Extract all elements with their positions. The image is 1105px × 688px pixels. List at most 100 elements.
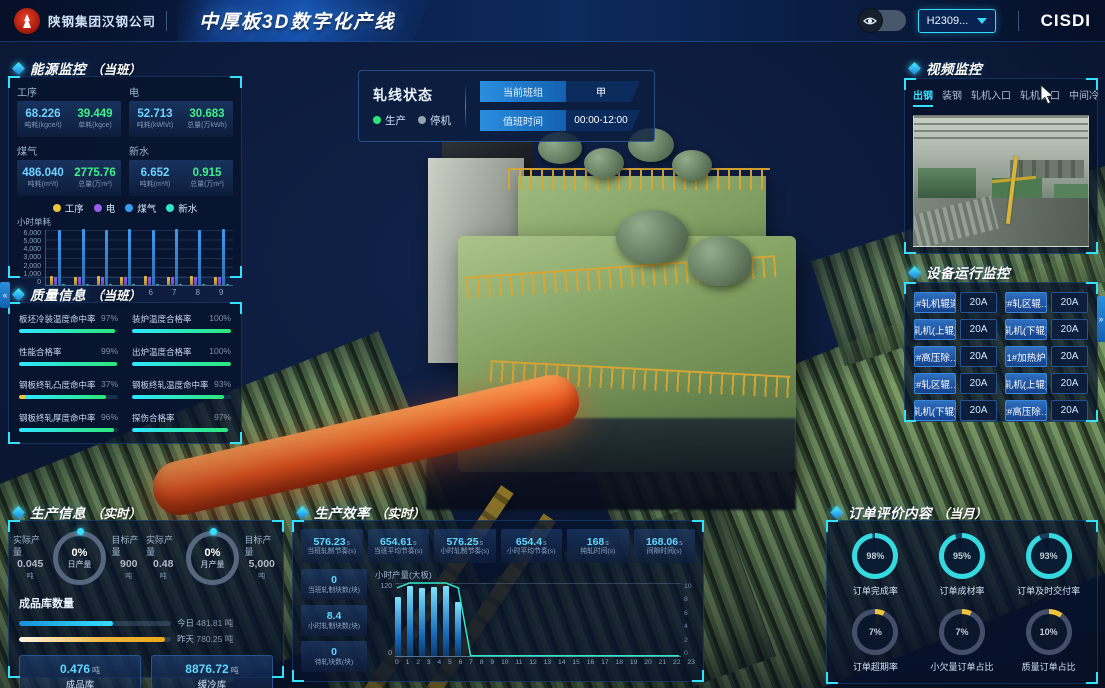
energy-metric-value: 30.683 — [189, 108, 224, 121]
tile-unit: s — [413, 540, 417, 547]
quality-pct: 37% — [101, 379, 118, 391]
x-tick: 19 — [630, 659, 638, 666]
quality-bar-fill — [19, 395, 106, 399]
inventory-card-unit: 吨 — [231, 666, 239, 675]
energy-metric-label: 单耗(kgce) — [78, 122, 111, 130]
quality-bar-fill — [19, 428, 114, 432]
efficiency-panel-title: 生产效率 — [314, 502, 370, 522]
right-panel-collapse-handle[interactable]: » — [1097, 296, 1105, 342]
tile-label: 小时轧制节奏(s) — [440, 548, 489, 556]
energy-bar-group — [120, 229, 135, 285]
quality-bar-track — [19, 329, 118, 333]
coil-number-dropdown[interactable]: H2309... — [918, 9, 996, 33]
quality-bar-fill — [132, 329, 231, 333]
energy-metric-label: 吨耗(m³/t) — [140, 181, 171, 189]
gauge-actual-label: 实际产量 — [13, 535, 47, 558]
video-tab-4[interactable]: 轧机出口 — [1020, 87, 1060, 107]
equipment-list: 1#轧机辊道20A2#轧区辊…20A轧机(上辊)20A轧机(下辊)20A2#高压… — [905, 283, 1097, 430]
energy-bar-group — [190, 230, 205, 285]
equipment-label: 2#轧区辊… — [1005, 292, 1047, 313]
x-tick: 3 — [427, 659, 431, 666]
y2-tick: 4 — [684, 623, 688, 630]
order-donut-hole: 95% — [944, 538, 980, 574]
energy-bar — [128, 229, 131, 285]
tile-label: 间隙时间(s) — [647, 548, 682, 556]
tile-unit: s — [679, 540, 683, 547]
energy-bar-group — [97, 230, 112, 285]
dropdown-value: H2309... — [927, 15, 969, 27]
inventory-bars: 今日 481.81 吨昨天 780.25 吨 — [9, 615, 283, 647]
y2-tick: 8 — [684, 596, 688, 603]
order-donut-ring: 98% — [852, 533, 898, 579]
production-gauge-set: 实际产量0.48吨0%月产量目标产量5,000吨 — [146, 531, 279, 585]
legend-label: 电 — [106, 201, 116, 215]
quality-pct: 100% — [209, 313, 231, 325]
energy-bar — [82, 229, 85, 285]
video-tab-5[interactable]: 中间冷 — [1069, 87, 1099, 107]
status-badge-label: 值班时间 — [480, 110, 566, 131]
energy-bar-group — [50, 230, 65, 285]
inventory-cards: 0.476吨成品库8876.72吨缓冷库 — [9, 647, 283, 688]
page-title: 中厚板3D数字化产线 — [199, 7, 395, 34]
efficiency-tile: 654.61s当班平均节奏(s) — [368, 529, 430, 563]
equipment-cell: 2#高压除…20A — [1005, 400, 1088, 421]
x-tick: 13 — [544, 659, 552, 666]
efficiency-panel: 576.23s当班轧制节奏(s)654.61s当班平均节奏(s)576.25s小… — [292, 520, 704, 682]
quality-label: 板坯冷装温度命中率 — [19, 313, 96, 325]
inventory-card: 0.476吨成品库 — [19, 655, 141, 688]
quality-bar-fill — [132, 428, 228, 432]
energy-metric-value: 52.713 — [137, 108, 172, 121]
video-tab-2[interactable]: 装钢 — [942, 87, 962, 107]
equipment-current-value: 20A — [1051, 292, 1088, 313]
video-tabs: 出钢装钢轧机入口轧机出口中间冷电加热 — [905, 79, 1097, 113]
quality-pct: 97% — [214, 412, 231, 424]
energy-bar-group — [167, 229, 182, 285]
equipment-current-value: 20A — [1051, 373, 1088, 394]
energy-metric-label: 总量(万m³) — [190, 181, 224, 189]
energy-chart-plot — [45, 230, 233, 286]
equipment-current-value: 20A — [960, 373, 997, 394]
left-panel-collapse-handle[interactable]: « — [0, 282, 10, 308]
line-status-title: 轧线状态 — [373, 85, 451, 105]
y2-tick: 0 — [684, 650, 688, 657]
efficiency-panel-suffix: （实时） — [375, 503, 425, 522]
quality-item-top: 探伤合格率97% — [132, 412, 231, 424]
energy-bar — [156, 284, 159, 285]
quality-item: 钢板终轧厚度命中率96% — [19, 412, 118, 432]
order-donut-label: 订单成材率 — [939, 584, 984, 597]
inventory-bar-row: 今日 481.81 吨 — [9, 615, 283, 631]
quality-item: 钢板终轧凸度命中率37% — [19, 379, 118, 399]
energy-group: 工序68.226吨耗(kgce/t)39.449单耗(kgce) — [17, 84, 121, 137]
gauge-target: 目标产量5,000吨 — [245, 535, 279, 581]
line-status-legend: 生产停机 — [373, 113, 451, 128]
order-donut-percent: 95% — [953, 551, 971, 561]
dashboard: 陕钢集团汉钢公司 中厚板3D数字化产线 H2309... CISDI 轧线状态 … — [0, 0, 1105, 688]
status-badge: 值班时间00:00-12:00 — [480, 110, 640, 131]
video-tab-3[interactable]: 轧机入口 — [971, 87, 1011, 107]
efficiency-tile: 576.23s当班轧制节奏(s) — [301, 529, 363, 563]
quality-item-top: 性能合格率99% — [19, 346, 118, 358]
gauge-actual: 实际产量0.045吨 — [13, 535, 47, 581]
video-tab-1[interactable]: 出钢 — [913, 87, 933, 107]
gauge-actual-value: 0.48 — [153, 558, 173, 572]
page-title-plate: 中厚板3D数字化产线 — [177, 0, 429, 42]
hourly-chart-plot — [395, 583, 681, 657]
order-donut-percent: 93% — [1040, 551, 1058, 561]
energy-bar — [58, 230, 61, 285]
order-donut-hole: 98% — [857, 538, 893, 574]
quality-bar-fill — [19, 329, 115, 333]
energy-bar — [175, 229, 178, 285]
cctv-video-frame[interactable] — [913, 115, 1089, 247]
top-bar: 陕钢集团汉钢公司 中厚板3D数字化产线 H2309... CISDI — [0, 0, 1105, 42]
visibility-toggle[interactable] — [860, 10, 906, 31]
order-donut-hole: 7% — [857, 614, 893, 650]
energy-metric-label: 吨耗(kgce/t) — [24, 122, 61, 130]
energy-metric: 39.449单耗(kgce) — [69, 101, 121, 137]
equipment-label: 1#轧机辊道 — [914, 292, 956, 313]
energy-metric: 486.040吨耗(m³/t) — [17, 160, 69, 196]
inventory-card-unit: 吨 — [92, 666, 100, 675]
energy-metric-value: 486.040 — [22, 167, 64, 180]
x-tick: 14 — [558, 659, 566, 666]
status-legend-item: 停机 — [418, 113, 451, 128]
quality-panel-suffix: （当班） — [91, 285, 141, 304]
